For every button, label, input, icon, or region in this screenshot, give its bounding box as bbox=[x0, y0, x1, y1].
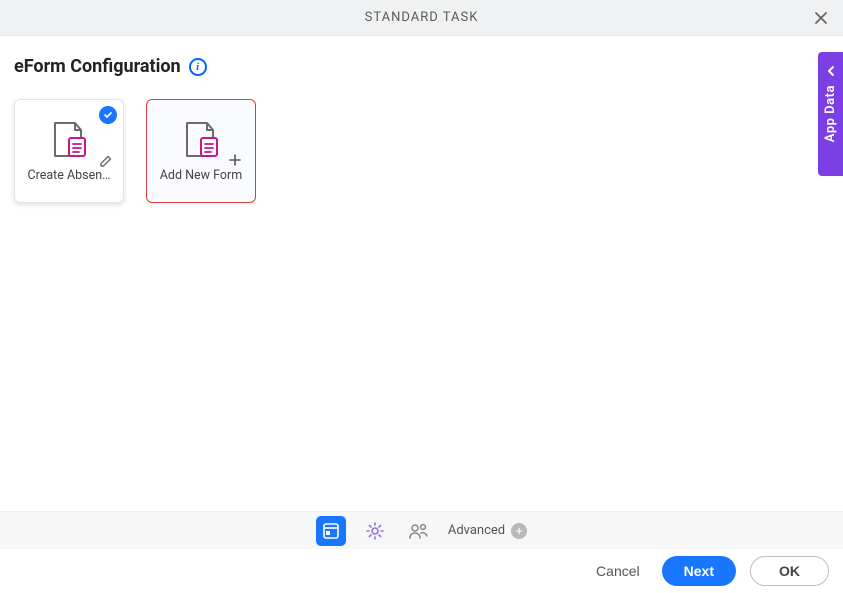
gear-icon bbox=[365, 521, 385, 541]
users-tool-button[interactable] bbox=[404, 516, 434, 546]
bottom-toolbar: Advanced + bbox=[0, 511, 843, 549]
dialog-header: STANDARD TASK bbox=[0, 0, 843, 36]
form-cards-row: Create Absen… Add New Form bbox=[14, 99, 829, 203]
dialog-title: STANDARD TASK bbox=[365, 10, 479, 25]
edit-icon bbox=[99, 153, 113, 172]
content-area: eForm Configuration i Create Absen… bbox=[0, 36, 843, 223]
close-button[interactable] bbox=[807, 4, 835, 32]
close-icon bbox=[813, 10, 829, 26]
next-button[interactable]: Next bbox=[662, 556, 736, 586]
section-heading-row: eForm Configuration i bbox=[14, 56, 829, 77]
cancel-button[interactable]: Cancel bbox=[588, 556, 648, 586]
chevron-left-icon bbox=[826, 62, 836, 81]
plus-icon bbox=[229, 151, 241, 170]
layout-tool-button[interactable] bbox=[316, 516, 346, 546]
check-badge-icon bbox=[99, 106, 117, 124]
form-page-icon bbox=[177, 120, 225, 160]
ok-button[interactable]: OK bbox=[750, 556, 829, 586]
form-page-icon bbox=[45, 120, 93, 160]
section-title: eForm Configuration bbox=[14, 56, 181, 77]
info-icon[interactable]: i bbox=[189, 58, 207, 76]
settings-tool-button[interactable] bbox=[360, 516, 390, 546]
users-icon bbox=[408, 522, 430, 540]
footer-bar: Cancel Next OK bbox=[0, 549, 843, 593]
layout-icon bbox=[322, 522, 340, 540]
app-data-tab[interactable]: App Data bbox=[818, 52, 843, 176]
add-form-card[interactable]: Add New Form bbox=[146, 99, 256, 203]
advanced-toggle[interactable]: Advanced + bbox=[448, 523, 527, 539]
advanced-label: Advanced bbox=[448, 523, 505, 538]
app-data-label: App Data bbox=[823, 85, 838, 142]
form-card-selected[interactable]: Create Absen… bbox=[14, 99, 124, 203]
plus-circle-icon: + bbox=[511, 523, 527, 539]
